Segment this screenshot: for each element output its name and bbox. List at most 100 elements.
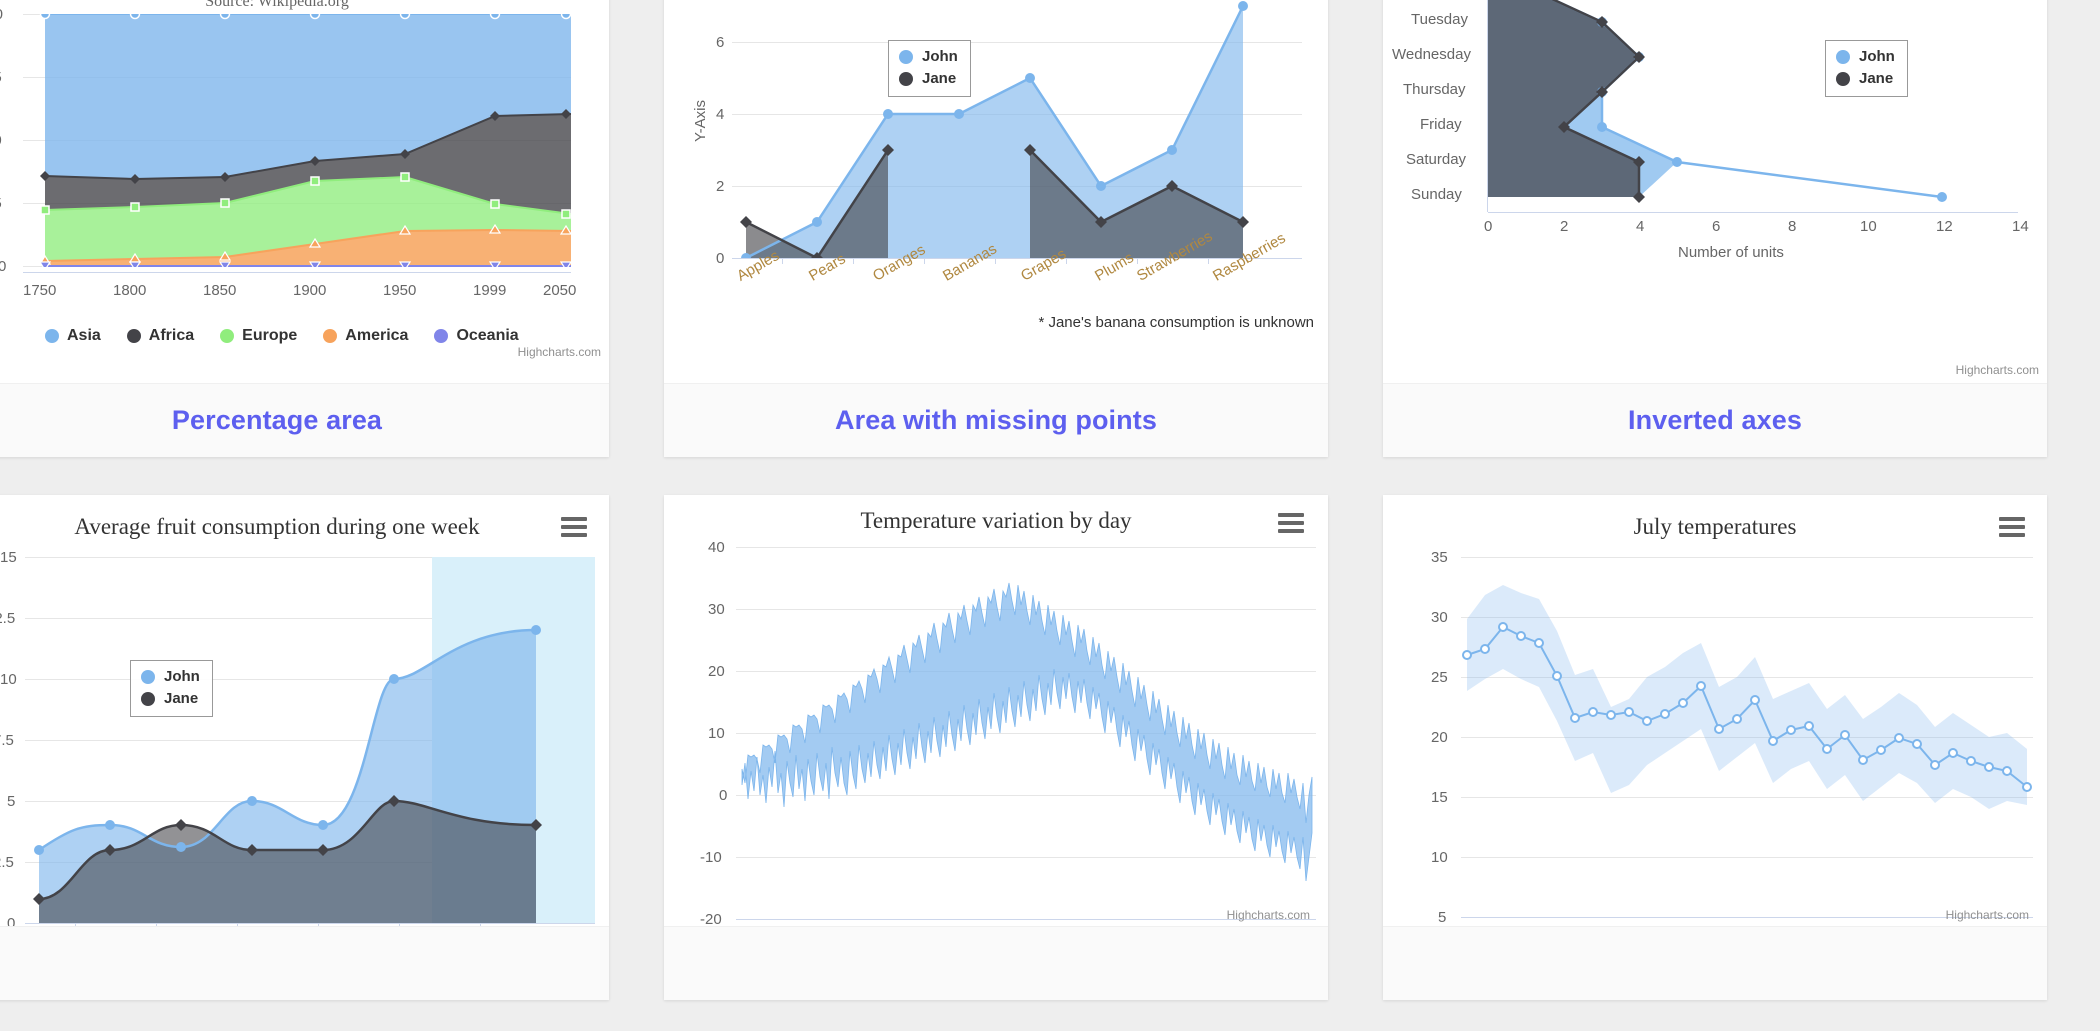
legend-marker-icon <box>141 669 155 684</box>
legend-item-john[interactable]: John <box>141 666 200 688</box>
legend-label: Jane <box>164 689 199 707</box>
x-axis-line <box>23 272 571 273</box>
y-tick-label: 100 <box>0 6 3 23</box>
x-tick <box>853 258 854 264</box>
credits-link[interactable]: Highcharts.com <box>1956 363 2039 377</box>
y-tick-label: 15 <box>1431 789 1448 806</box>
hamburger-icon[interactable] <box>1278 513 1304 533</box>
y-tick-label: Friday <box>1420 116 1462 133</box>
legend-item-jane[interactable]: Jane <box>1836 68 1895 90</box>
legend-item-oceania[interactable]: Oceania <box>434 327 519 345</box>
y-tick-label: 35 <box>1431 549 1448 566</box>
chart-july-temperatures[interactable]: July temperatures 35 30 25 20 15 10 5 Hi… <box>1383 495 2047 926</box>
chart-spline-area[interactable]: Average fruit consumption during one wee… <box>0 495 609 926</box>
x-tick <box>1137 258 1138 264</box>
legend-marker-icon <box>45 329 59 343</box>
credits-link[interactable]: Highcharts.com <box>1946 908 2029 922</box>
x-tick <box>237 923 238 926</box>
legend-item-asia[interactable]: Asia <box>45 327 101 345</box>
plot-area <box>38 14 571 267</box>
legend-marker-icon <box>323 329 338 343</box>
chart-legend[interactable]: John Jane <box>130 660 213 717</box>
legend-marker-icon <box>126 329 141 343</box>
plot-area <box>33 625 542 923</box>
x-tick-label: 6 <box>1712 218 1721 235</box>
plot-area <box>1488 0 1947 203</box>
chart-inverted-axes[interactable]: Monday Tuesday Wednesday Thursday Friday… <box>1383 0 2047 383</box>
legend-item-europe[interactable]: Europe <box>220 327 297 345</box>
x-tick-label: 1999 <box>473 282 507 299</box>
credits-link[interactable]: Highcharts.com <box>1227 908 1310 922</box>
legend-item-america[interactable]: America <box>323 327 408 345</box>
y-axis-title: Y-Axis <box>692 100 709 142</box>
card-caption-inverted-axes[interactable]: Inverted axes <box>1383 383 2047 457</box>
y-tick-label: 25 <box>1431 669 1448 686</box>
legend-item-africa[interactable]: Africa <box>126 327 194 345</box>
y-tick-label: 10 <box>708 725 725 742</box>
x-tick <box>399 923 400 926</box>
credits-link[interactable]: Highcharts.com <box>518 345 601 359</box>
y-tick-label: 10 <box>1431 849 1448 866</box>
y-tick-label: 5 <box>7 793 16 810</box>
legend-label: John <box>164 668 200 685</box>
y-tick-label: 30 <box>1431 609 1448 626</box>
y-tick-label: 20 <box>1431 729 1448 746</box>
chart-legend[interactable]: John Jane <box>888 40 971 97</box>
y-tick-label: 6 <box>716 34 725 51</box>
legend-item-john[interactable]: John <box>1836 46 1895 68</box>
chart-footnote: * Jane's banana consumption is unknown <box>1038 314 1314 331</box>
y-tick-label: 50 <box>0 132 2 149</box>
y-tick-label: Thursday <box>1403 81 1466 98</box>
card-area-missing-points: Y-Axis 6 4 2 0 Apples Pears Oranges Bana… <box>664 0 1328 457</box>
y-tick-label: 25 <box>0 195 2 212</box>
card-caption-spline-area[interactable] <box>0 926 609 1000</box>
card-caption-july-temperatures[interactable] <box>1383 926 2047 1000</box>
card-caption-percentage-area[interactable]: Percentage area <box>0 383 609 457</box>
chart-title: July temperatures <box>1633 514 1797 539</box>
legend-marker-icon <box>1836 71 1850 86</box>
x-tick <box>924 258 925 264</box>
legend-marker-icon <box>434 329 449 343</box>
legend-label: America <box>345 327 409 344</box>
legend-label: Jane <box>922 69 957 87</box>
chart-percentage-area[interactable]: by Region Source: Wikipedia.org Percent <box>0 0 609 383</box>
y-tick-label: Tuesday <box>1411 11 1468 28</box>
x-tick-label: 4 <box>1636 218 1645 235</box>
x-axis-line <box>1488 212 2018 213</box>
legend-item-john[interactable]: John <box>899 46 958 68</box>
x-tick-label: 12 <box>1936 218 1953 235</box>
hamburger-icon[interactable] <box>1999 517 2025 537</box>
x-tick-label: 1800 <box>113 282 147 299</box>
legend-label: John <box>1859 48 1895 65</box>
x-tick-label: 1950 <box>383 282 417 299</box>
card-caption-area-missing-points[interactable]: Area with missing points <box>664 383 1328 457</box>
x-tick <box>995 258 996 264</box>
chart-legend[interactable]: John Jane <box>1825 40 1908 97</box>
chart-area-missing-points[interactable]: Y-Axis 6 4 2 0 Apples Pears Oranges Bana… <box>664 0 1328 383</box>
x-tick-label: 10 <box>1860 218 1877 235</box>
plot-area <box>1462 585 2032 809</box>
card-spline-area: Average fruit consumption during one wee… <box>0 495 609 1000</box>
legend-item-jane[interactable]: Jane <box>899 68 958 90</box>
card-caption-temperature-variation[interactable] <box>664 926 1328 1000</box>
chart-temperature-variation[interactable]: Temperature variation by day 40 30 20 10… <box>664 495 1328 926</box>
y-tick-label: Saturday <box>1406 151 1467 168</box>
chart-subtitle: Source: Wikipedia.org <box>205 0 349 10</box>
y-tick-label: 2.5 <box>0 854 14 871</box>
y-tick-label: 0 <box>716 250 725 267</box>
y-tick-label: 0 <box>7 915 16 926</box>
x-axis-line <box>732 258 1302 259</box>
card-temperature-variation: Temperature variation by day 40 30 20 10… <box>664 495 1328 1000</box>
hamburger-icon[interactable] <box>561 517 587 537</box>
legend-label: Oceania <box>456 327 519 344</box>
card-inverted-axes: Monday Tuesday Wednesday Thursday Friday… <box>1383 0 2047 457</box>
plot-area <box>741 582 1313 882</box>
chart-title: Temperature variation by day <box>860 508 1132 533</box>
plot-area <box>740 1 1249 258</box>
legend-marker-icon <box>899 49 913 64</box>
legend-label: Asia <box>67 327 101 344</box>
legend-marker-icon <box>1836 49 1850 64</box>
y-tick-label: -10 <box>700 849 722 866</box>
chart-legend[interactable]: Asia Africa Europe America Oceania <box>45 327 519 345</box>
legend-item-jane[interactable]: Jane <box>141 688 200 710</box>
